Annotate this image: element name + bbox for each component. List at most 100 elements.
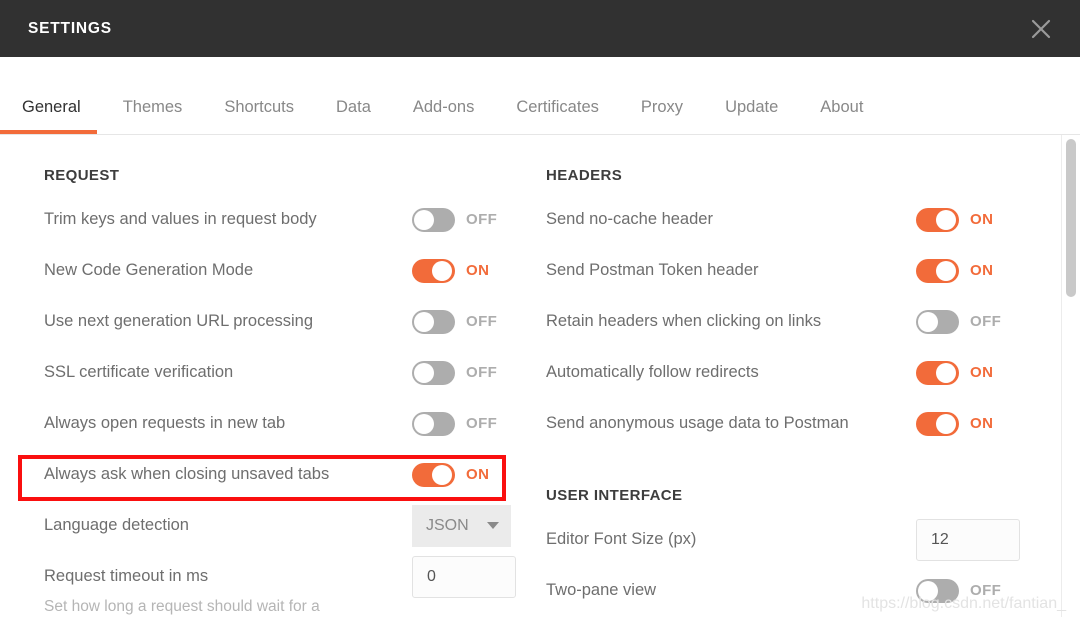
- toggle-switch[interactable]: [916, 258, 959, 283]
- toggle-switch[interactable]: [412, 258, 455, 283]
- toggle-knob: [414, 413, 434, 434]
- setting-label: Request timeout in ms: [44, 567, 209, 585]
- settings-row: Editor Font Size (px): [546, 514, 1048, 565]
- setting-control: ON: [916, 360, 994, 385]
- toggle-knob: [936, 209, 956, 230]
- setting-control: ON: [412, 462, 490, 487]
- tab-themes[interactable]: Themes: [123, 98, 183, 134]
- toggle-switch[interactable]: [916, 411, 959, 436]
- setting-label: Two-pane view: [546, 581, 657, 599]
- settings-row: Retain headers when clicking on links OFF: [546, 296, 1048, 347]
- toggle-state-label: OFF: [970, 313, 1002, 330]
- toggle-switch[interactable]: [412, 462, 455, 487]
- toggle-knob: [414, 209, 434, 230]
- settings-row: Language detection JSON: [44, 500, 546, 551]
- setting-control: ON: [916, 258, 994, 283]
- content-scrollbar[interactable]: [1061, 135, 1080, 617]
- scrollbar-thumb[interactable]: [1066, 139, 1076, 297]
- settings-row: Always open requests in new tab OFF: [44, 398, 546, 449]
- setting-label: Editor Font Size (px): [546, 530, 697, 548]
- tab-update[interactable]: Update: [725, 98, 778, 134]
- toggle-state-label: OFF: [466, 415, 498, 432]
- settings-dialog: SETTINGS General Themes Shortcuts Data Add-o…: [0, 0, 1080, 617]
- settings-row: Automatically follow redirects ON: [546, 347, 1048, 398]
- toggle-switch[interactable]: [412, 411, 455, 436]
- toggle-state-label: OFF: [466, 211, 498, 228]
- setting-label: Automatically follow redirects: [546, 363, 759, 381]
- toggle-state-label: OFF: [466, 364, 498, 381]
- setting-control: JSON: [412, 504, 511, 547]
- toggle-switch[interactable]: [916, 360, 959, 385]
- setting-control: OFF: [412, 411, 498, 436]
- settings-row: Trim keys and values in request body OFF: [44, 194, 546, 245]
- toggle-switch[interactable]: [916, 207, 959, 232]
- setting-label: Send no-cache header: [546, 210, 713, 228]
- setting-label: Always ask when closing unsaved tabs: [44, 465, 330, 483]
- dialog-title: SETTINGS: [28, 19, 112, 37]
- toggle-knob: [936, 260, 956, 281]
- tab-data[interactable]: Data: [336, 98, 371, 134]
- settings-row: Send Postman Token header ON: [546, 245, 1048, 296]
- toggle-knob: [936, 413, 956, 434]
- setting-label: SSL certificate verification: [44, 363, 234, 381]
- toggle-state-label: ON: [970, 364, 994, 381]
- request-column: REQUEST Trim keys and values in request …: [44, 135, 546, 616]
- settings-row: Send no-cache header ON: [546, 194, 1048, 245]
- select-value: JSON: [426, 516, 469, 534]
- tab-proxy[interactable]: Proxy: [641, 98, 683, 134]
- section-title-request: REQUEST: [44, 167, 120, 184]
- tab-shortcuts[interactable]: Shortcuts: [224, 98, 294, 134]
- setting-label: Send Postman Token header: [546, 261, 759, 279]
- toggle-state-label: ON: [970, 262, 994, 279]
- dialog-titlebar: SETTINGS: [0, 0, 1080, 57]
- toggle-state-label: ON: [970, 415, 994, 432]
- setting-control: OFF: [412, 360, 498, 385]
- setting-label: Trim keys and values in request body: [44, 210, 317, 228]
- setting-control: OFF: [916, 309, 1002, 334]
- chevron-down-icon: [487, 522, 499, 529]
- setting-control: OFF: [412, 207, 498, 232]
- toggle-knob: [432, 464, 452, 485]
- toggle-switch[interactable]: [412, 309, 455, 334]
- setting-control: OFF: [412, 309, 497, 334]
- setting-label: Language detection: [44, 516, 189, 534]
- settings-row: Request timeout in ms: [44, 551, 546, 602]
- numeric-input[interactable]: [916, 518, 1020, 561]
- tab-certificates[interactable]: Certificates: [516, 98, 599, 134]
- close-icon[interactable]: [1024, 12, 1058, 46]
- toggle-state-label: ON: [466, 466, 490, 483]
- settings-row: Always ask when closing unsaved tabs ON: [44, 449, 546, 500]
- tab-about[interactable]: About: [820, 98, 863, 134]
- toggle-knob: [414, 362, 434, 383]
- toggle-knob: [918, 311, 938, 332]
- setting-control: [916, 518, 1020, 561]
- toggle-switch[interactable]: [412, 207, 455, 232]
- settings-row: Use next generation URL processing OFF: [44, 296, 546, 347]
- language-detection-select[interactable]: JSON: [412, 504, 511, 547]
- tab-add-ons[interactable]: Add-ons: [413, 98, 474, 134]
- setting-label: Retain headers when clicking on links: [546, 312, 822, 330]
- setting-control: [412, 555, 516, 598]
- setting-control: ON: [916, 411, 994, 436]
- settings-content: REQUEST Trim keys and values in request …: [0, 135, 1080, 617]
- setting-label: New Code Generation Mode: [44, 261, 254, 279]
- settings-row: New Code Generation Mode ON: [44, 245, 546, 296]
- toggle-knob: [414, 311, 434, 332]
- numeric-input[interactable]: [412, 555, 516, 598]
- setting-label: Use next generation URL processing: [44, 312, 314, 330]
- tab-general[interactable]: General: [0, 98, 97, 134]
- headers-column: HEADERS Send no-cache header ON Send Postm…: [546, 135, 1048, 616]
- setting-label: Send anonymous usage data to Postman: [546, 414, 849, 432]
- section-title-headers: HEADERS: [546, 167, 623, 184]
- settings-tabbar: General Themes Shortcuts Data Add-ons Certifi…: [0, 57, 1080, 135]
- toggle-switch[interactable]: [916, 309, 959, 334]
- setting-control: ON: [916, 207, 993, 232]
- watermark-text: https://blog.csdn.net/fantian_: [861, 595, 1066, 612]
- toggle-knob: [432, 260, 452, 281]
- toggle-switch[interactable]: [412, 360, 455, 385]
- toggle-knob: [936, 362, 956, 383]
- setting-label: Always open requests in new tab: [44, 414, 286, 432]
- section-title-user-interface: USER INTERFACE: [546, 487, 683, 504]
- settings-row: Send anonymous usage data to Postman ON: [546, 398, 1048, 449]
- setting-control: ON: [412, 258, 489, 283]
